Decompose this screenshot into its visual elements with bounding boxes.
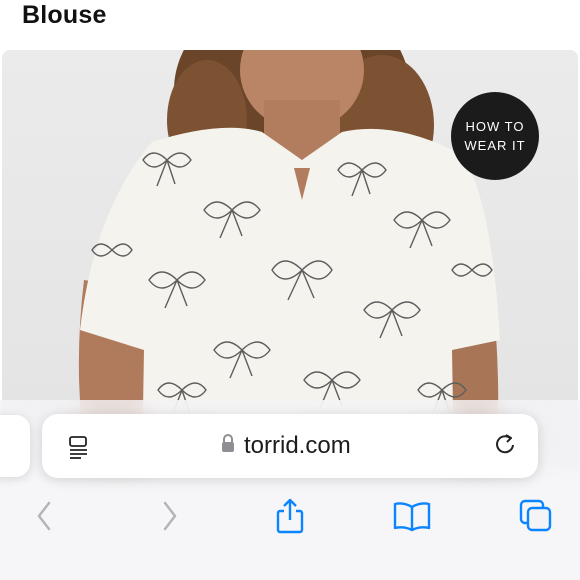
share-button[interactable]	[270, 498, 310, 538]
forward-button[interactable]	[150, 498, 190, 538]
badge-line-1: HOW TO	[465, 119, 525, 134]
share-icon	[274, 497, 306, 540]
back-chevron-icon	[34, 500, 54, 537]
address-bar[interactable]: torrid.com	[42, 414, 538, 478]
how-to-wear-it-badge[interactable]: HOW TO WEAR IT	[451, 92, 539, 180]
bookmarks-book-icon	[392, 500, 432, 537]
lock-icon	[220, 432, 236, 460]
badge-line-2: WEAR IT	[464, 138, 526, 153]
forward-chevron-icon	[160, 500, 180, 537]
url-display[interactable]: torrid.com	[220, 432, 351, 460]
back-button[interactable]	[24, 498, 64, 538]
previous-tab-peek[interactable]	[0, 415, 30, 477]
reload-icon[interactable]	[492, 432, 520, 460]
reader-mode-icon[interactable]	[67, 435, 91, 459]
tabs-icon	[518, 498, 554, 539]
bookmarks-button[interactable]	[392, 498, 432, 538]
url-domain: torrid.com	[244, 432, 351, 459]
page-title: Blouse	[22, 1, 107, 29]
tabs-button[interactable]	[516, 498, 556, 538]
